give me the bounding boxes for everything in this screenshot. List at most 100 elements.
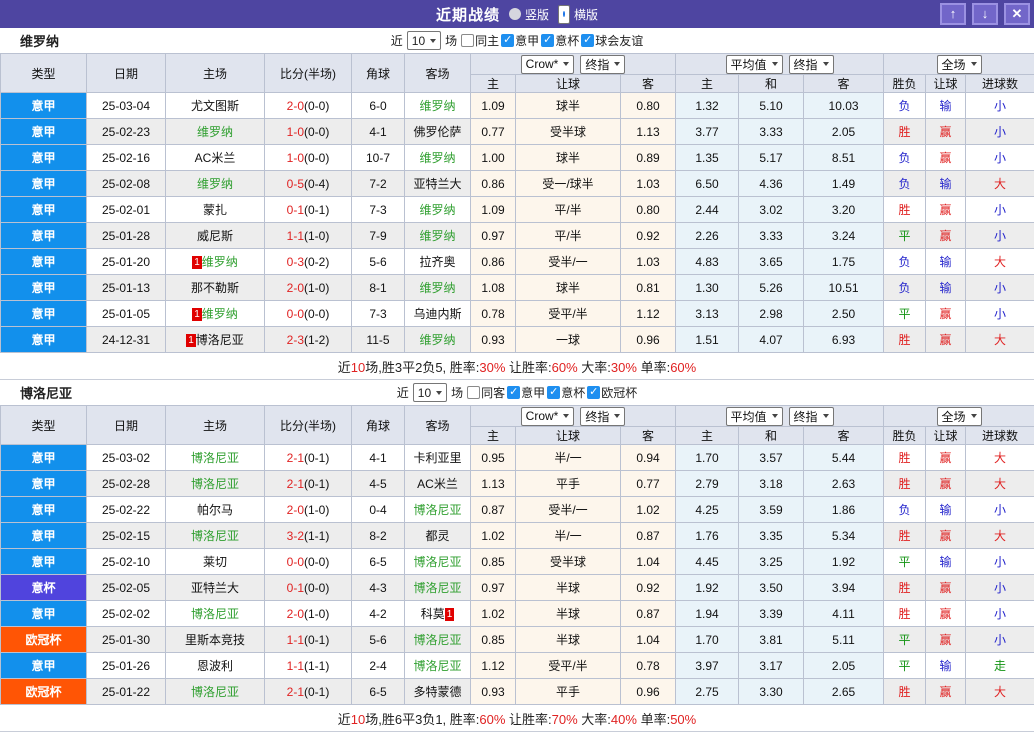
- match-date: 25-01-28: [86, 222, 166, 249]
- match-count-select[interactable]: 10: [412, 383, 448, 402]
- handicap: 受平/半: [515, 652, 621, 679]
- select-value: 10: [411, 33, 426, 48]
- avg-draw-odds: 3.50: [738, 574, 805, 601]
- avg-away-odds: 10.51: [803, 274, 885, 301]
- average-final-select[interactable]: 终指: [788, 406, 834, 426]
- handicap: 受半/一: [515, 248, 621, 275]
- odds-final-select[interactable]: 终指: [580, 406, 626, 426]
- radio-vertical-layout[interactable]: 竖版: [508, 6, 549, 23]
- scope-select[interactable]: 全场: [936, 406, 982, 426]
- column-header: 主: [675, 426, 740, 445]
- avg-away-odds: 3.20: [803, 196, 885, 223]
- average-select[interactable]: 平均值: [725, 406, 783, 426]
- table-row: 意甲 25-02-02 博洛尼亚 2-0(1-0) 4-2 科莫 1 1.02 半球 0.87 1.…: [0, 600, 1034, 627]
- average-final-select[interactable]: 终指: [788, 54, 834, 74]
- filter-checkbox-意杯[interactable]: ✓ 意杯: [547, 384, 585, 401]
- column-header: 胜负: [883, 426, 927, 445]
- table-row: 意甲 25-01-20 1 维罗纳 0-3(0-2) 5-6 拉齐奥 0.86 受半/一 1.03…: [0, 248, 1034, 275]
- column-header: 让球: [515, 426, 621, 445]
- avg-home-odds: 4.25: [675, 496, 740, 523]
- home-team: 博洛尼亚: [165, 600, 265, 627]
- filter-checkbox-意杯[interactable]: ✓ 意杯: [541, 32, 579, 49]
- filter-checkbox-意甲[interactable]: ✓ 意甲: [507, 384, 545, 401]
- match-date: 25-01-13: [86, 274, 166, 301]
- result-outcome: 胜: [883, 326, 927, 353]
- result-goals: 走: [965, 652, 1034, 679]
- filter-checkbox-球会友谊[interactable]: ✓ 球会友谊: [581, 32, 643, 49]
- home-team: 维罗纳: [165, 118, 265, 145]
- corner-score: 2-4: [351, 652, 405, 679]
- home-team: 莱切: [165, 548, 265, 575]
- match-score: 0-1(0-0): [264, 574, 352, 601]
- match-count-select[interactable]: 10: [406, 31, 442, 50]
- halftime-score: (1-0): [304, 606, 330, 621]
- league-badge: 意甲: [0, 522, 87, 549]
- checkbox-label: 欧冠杯: [601, 386, 638, 400]
- odds-source-select[interactable]: Crow*: [520, 54, 575, 74]
- away-team: 维罗纳: [404, 326, 471, 353]
- home-team: 1 博洛尼亚: [165, 326, 265, 353]
- summary-stat-label: 近: [337, 359, 351, 375]
- avg-draw-odds: 3.35: [738, 522, 805, 549]
- radio-vertical-label: 竖版: [524, 7, 549, 22]
- chevron-down-icon: [563, 414, 570, 418]
- league-badge: 意甲: [0, 300, 87, 327]
- home-odds: 0.85: [470, 548, 516, 575]
- halftime-score: (1-0): [304, 502, 330, 517]
- home-odds: 0.86: [470, 248, 516, 275]
- home-team: 帕尔马: [165, 496, 265, 523]
- fulltime-score: 2-3: [286, 332, 304, 347]
- avg-home-odds: 6.50: [675, 170, 740, 197]
- result-outcome: 平: [883, 548, 927, 575]
- away-team: 维罗纳: [404, 274, 471, 301]
- team-link: 维罗纳: [419, 99, 456, 113]
- close-button[interactable]: ✕: [1004, 3, 1030, 25]
- avg-draw-odds: 2.98: [738, 300, 805, 327]
- move-down-button[interactable]: ↓: [972, 3, 998, 25]
- filter-checkbox-欧冠杯[interactable]: ✓ 欧冠杯: [587, 384, 637, 401]
- team-link: 博洛尼亚: [190, 451, 239, 465]
- avg-home-odds: 1.30: [675, 274, 740, 301]
- filter-checkbox-同客[interactable]: 同客: [467, 384, 505, 401]
- handicap: 半/一: [515, 522, 621, 549]
- result-handicap: 输: [925, 548, 967, 575]
- filter-suffix-label: 场: [445, 34, 458, 48]
- radio-horizontal-layout[interactable]: 横版: [558, 4, 598, 24]
- home-odds: 0.78: [470, 300, 516, 327]
- avg-home-odds: 2.44: [675, 196, 740, 223]
- result-outcome: 胜: [883, 574, 927, 601]
- league-badge: 意甲: [0, 144, 87, 171]
- avg-away-odds: 6.93: [803, 326, 885, 353]
- team-link: 帕尔马: [196, 503, 233, 517]
- team-link: 拉齐奥: [419, 255, 456, 269]
- odds-final-select[interactable]: 终指: [580, 54, 626, 74]
- halftime-score: (0-1): [304, 202, 330, 217]
- chevron-down-icon: [970, 62, 977, 66]
- odds-source-select[interactable]: Crow*: [520, 406, 575, 426]
- halftime-score: (1-1): [304, 658, 330, 673]
- column-header: 让球: [925, 426, 967, 445]
- match-date: 25-02-02: [86, 600, 166, 627]
- away-team: 亚特兰大: [404, 170, 471, 197]
- avg-away-odds: 1.86: [803, 496, 885, 523]
- away-team: 博洛尼亚: [404, 548, 471, 575]
- column-header: 和: [738, 426, 805, 445]
- away-odds: 0.87: [619, 522, 677, 549]
- handicap: 一球: [515, 326, 621, 353]
- scope-select[interactable]: 全场: [936, 54, 982, 74]
- filter-checkbox-意甲[interactable]: ✓ 意甲: [501, 32, 539, 49]
- result-goals: 小: [965, 222, 1034, 249]
- result-goals: 小: [965, 118, 1034, 145]
- move-up-button[interactable]: ↑: [940, 3, 966, 25]
- down-arrow-icon: ↓: [981, 6, 989, 21]
- filter-checkbox-同主[interactable]: 同主: [461, 32, 499, 49]
- checkbox-icon: ✓: [507, 386, 521, 399]
- result-outcome: 胜: [883, 118, 927, 145]
- match-score: 0-5(0-4): [264, 170, 352, 197]
- home-odds: 0.77: [470, 118, 516, 145]
- average-select[interactable]: 平均值: [725, 54, 783, 74]
- checkbox-label: 意杯: [561, 386, 586, 400]
- avg-draw-odds: 5.17: [738, 144, 805, 171]
- filter-prefix-label: 近: [390, 34, 403, 48]
- handicap: 球半: [515, 274, 621, 301]
